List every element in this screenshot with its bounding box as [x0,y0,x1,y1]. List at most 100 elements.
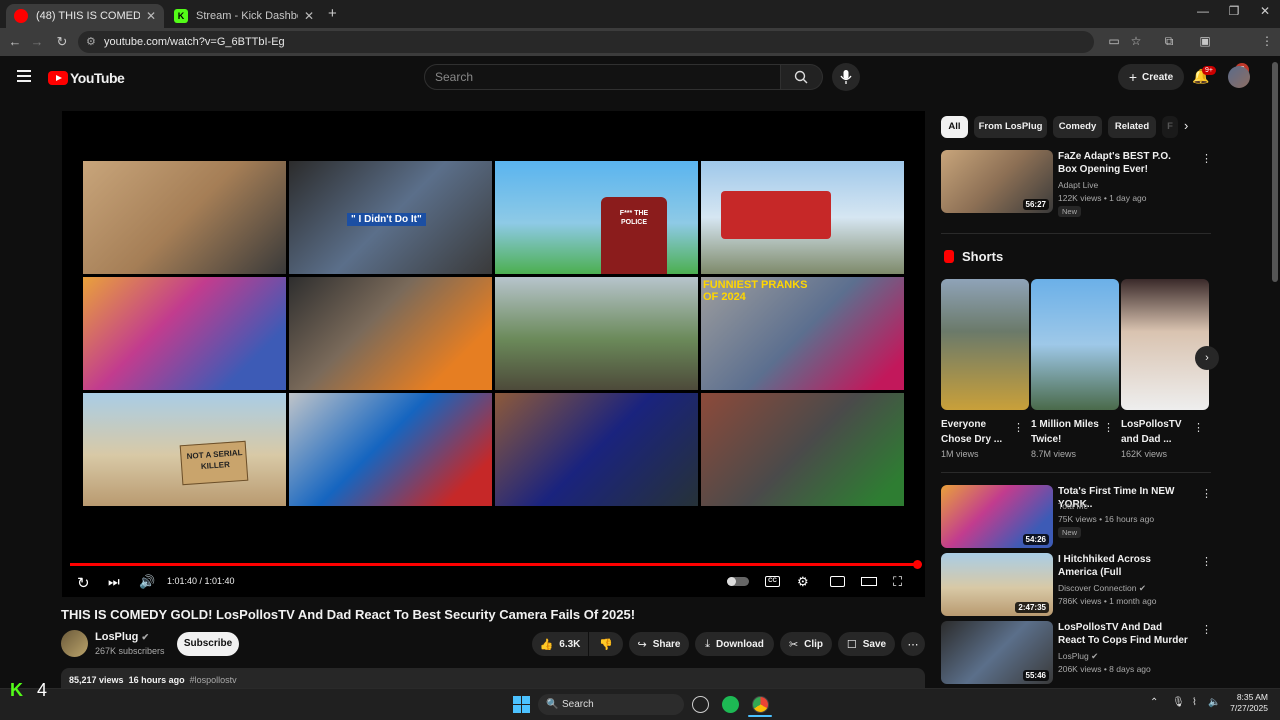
restore-icon[interactable]: ❐ [1219,4,1249,18]
clock-time: 8:35 AM [1236,692,1268,702]
captions-icon[interactable]: CC [765,576,780,587]
recommended-video[interactable]: 55:46 LosPollosTV And Dad React To Cops … [941,621,1212,687]
chrome-icon[interactable] [752,696,769,713]
fullscreen-icon[interactable]: ⛶ [893,574,902,590]
short-views: 1M views [941,449,979,459]
rec-title: LosPollosTV And Dad React To Cops Find M… [1058,622,1188,646]
create-button[interactable]: + Create [1118,64,1184,90]
chip-related[interactable]: Related [1108,116,1156,138]
rec-channel-text: Discover Connection [1058,583,1137,593]
more-vert-icon[interactable]: ⋮ [1013,421,1024,434]
channel-name-text: LosPlug [95,631,139,643]
windows-start-icon[interactable] [513,696,530,713]
shorts-title: Shorts [962,249,1004,264]
short-title[interactable]: 1 Million Miles Twice! [1031,417,1101,447]
browser-menu-icon[interactable]: ⋮ [1258,34,1276,48]
recommended-video[interactable]: 54:26 Tota's First Time In NEW YORK.. To… [941,485,1212,551]
scissors-icon: ✂ [788,638,799,651]
hamburger-menu-icon[interactable] [17,70,31,85]
microphone-tray-icon[interactable]: 🎙 [1172,697,1185,708]
youtube-logo[interactable]: YouTube [48,70,125,86]
tab-youtube[interactable]: (48) THIS IS COMEDY GOLD! Lo ✕ [6,4,164,28]
download-button[interactable]: ⤓ Download [695,632,774,656]
close-tab-icon[interactable]: ✕ [146,9,156,23]
theater-mode-icon[interactable] [861,577,877,586]
bookmark-star-icon[interactable]: ☆ [1127,34,1145,48]
plus-icon: + [1128,69,1138,85]
next-video-icon[interactable]: ⏭ [108,574,120,590]
recommended-video[interactable]: 2:47:35 I Hitchhiked Across America (Ful… [941,553,1212,619]
chip-partial[interactable]: F [1162,116,1178,138]
taskbar-search[interactable]: 🔍 Search [538,694,684,715]
grid-thumb [495,277,698,390]
close-window-icon[interactable]: ✕ [1250,4,1280,18]
miniplayer-icon[interactable] [830,576,845,587]
page-scrollbar[interactable] [1272,62,1278,282]
save-playlist-icon: ☐ [846,638,857,651]
voice-search-button[interactable] [832,63,860,91]
more-vert-icon[interactable]: ⋮ [1201,152,1212,165]
back-icon[interactable]: ← [6,34,24,49]
hashtag-link[interactable]: #lospollostv [190,675,237,685]
progress-scrubber[interactable] [913,560,922,569]
kick-overlay-logo: K [10,680,23,700]
youtube-favicon-icon [14,9,28,23]
clip-button[interactable]: ✂ Clip [780,632,832,656]
reload-icon[interactable]: ↻ [53,34,71,50]
short-thumbnail[interactable] [1031,279,1119,410]
minimize-icon[interactable]: — [1188,4,1218,18]
rec-channel: Discover Connection ✔ [1058,583,1146,594]
url-text: youtube.com/watch?v=G_6BTTbI-Eg [104,36,285,48]
search-input[interactable]: Search [424,64,781,90]
save-button[interactable]: ☐ Save [838,632,895,656]
speaker-icon[interactable]: 🔈 [1208,697,1220,708]
sidebar-toggle-icon[interactable]: ▣ [1196,34,1214,48]
tab-kick[interactable]: K Stream - Kick Dashboard ✕ [166,4,322,28]
dislike-button[interactable]: 👎 [589,632,623,656]
more-vert-icon[interactable]: ⋮ [1201,487,1212,500]
extensions-icon[interactable]: ⧉ [1160,34,1178,49]
replay-icon[interactable]: ↻ [77,574,90,592]
more-vert-icon[interactable]: ⋮ [1201,555,1212,568]
autoplay-toggle[interactable] [727,577,749,586]
volume-icon[interactable]: 🔊 [139,574,155,590]
more-vert-icon[interactable]: ⋮ [1201,623,1212,636]
taskbar-clock[interactable]: 8:35 AM 7/27/2025 [1222,692,1268,714]
site-info-icon[interactable]: ⚙ [86,35,96,48]
more-vert-icon[interactable]: ⋮ [1193,421,1204,434]
short-thumbnail[interactable] [941,279,1029,410]
thumbs-up-icon: 👍 [539,638,554,651]
spotify-icon[interactable] [722,696,739,713]
recommended-video[interactable]: 56:27 FaZe Adapt's BEST P.O. Box Opening… [941,150,1212,217]
chevron-right-icon[interactable]: › [1184,118,1188,133]
description-box[interactable]: 85,217 views 16 hours ago #lospollostv [61,668,925,690]
obs-icon[interactable] [692,696,709,713]
channel-name[interactable]: LosPlug ✔ [95,631,149,643]
close-tab-icon[interactable]: ✕ [304,9,314,23]
short-thumbnail[interactable] [1121,279,1209,410]
tray-overflow-icon[interactable]: ⌃ [1150,697,1158,708]
search-button[interactable] [781,64,823,90]
cast-icon[interactable]: ▭ [1105,34,1123,48]
share-button[interactable]: ↪ Share [629,632,689,656]
address-bar[interactable]: ⚙ youtube.com/watch?v=G_6BTTbI-Eg [78,31,1094,53]
chip-all[interactable]: All [941,116,968,138]
progress-bar[interactable] [70,563,917,566]
chip-from-losplug[interactable]: From LosPlug [974,116,1047,138]
forward-icon[interactable]: → [28,34,46,49]
short-views: 162K views [1121,449,1168,459]
like-count: 6.3K [559,638,581,650]
subscribe-button[interactable]: Subscribe [177,632,239,656]
shorts-next-icon[interactable]: › [1195,346,1219,370]
short-title[interactable]: Everyone Chose Dry ... [941,417,1011,447]
more-vert-icon[interactable]: ⋮ [1103,421,1114,434]
more-actions-button[interactable]: ⋯ [901,632,925,656]
chip-comedy[interactable]: Comedy [1053,116,1102,138]
network-icon[interactable]: ⌇ [1192,697,1197,708]
account-avatar[interactable] [1228,66,1250,88]
settings-gear-icon[interactable]: ⚙ [797,574,809,590]
new-tab-button[interactable]: + [328,5,337,22]
like-button[interactable]: 👍 6.3K [532,632,588,656]
short-title[interactable]: LosPollosTV and Dad ... [1121,417,1191,447]
channel-avatar[interactable] [61,630,88,657]
